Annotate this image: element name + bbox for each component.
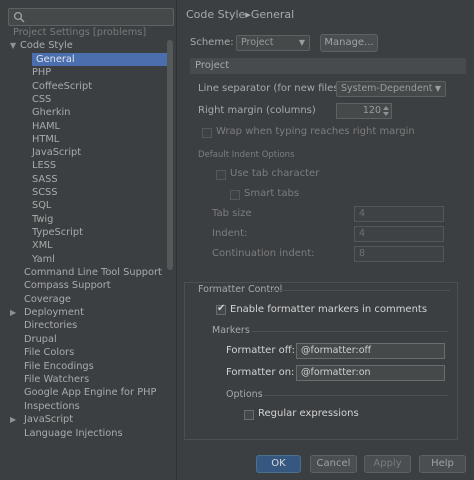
scheme-select[interactable]: Project ▼ (236, 35, 310, 51)
tree-item-code-style-child[interactable]: Yaml (32, 253, 55, 266)
tree-item-code-style-child[interactable]: General (32, 53, 167, 66)
tree-item-code-style-child[interactable]: PHP (32, 66, 51, 79)
tree-item-code-style-child[interactable]: SCSS (32, 186, 58, 199)
chevron-down-icon: ▼ (298, 38, 305, 47)
tab-size-label: Tab size (212, 208, 252, 219)
line-separator-value: System-Dependent (341, 83, 433, 94)
tree-item[interactable]: Directories (24, 319, 77, 332)
tree-item[interactable]: ▶ Deployment (10, 306, 84, 319)
scheme-label: Scheme: (190, 37, 234, 48)
spinner-arrows-icon[interactable] (382, 104, 390, 118)
cancel-button[interactable]: Cancel (310, 455, 357, 473)
tree-item[interactable]: Google App Engine for PHP (24, 386, 156, 399)
tree-item[interactable]: Inspections (24, 400, 80, 413)
line-separator-label: Line separator (for new files): (198, 83, 346, 94)
tab-char-checkbox[interactable] (216, 170, 226, 180)
tree-item[interactable]: ▶ JavaScript (10, 413, 73, 426)
regex-label: Regular expressions (258, 408, 359, 419)
scheme-value: Project (241, 37, 274, 48)
tree-item-code-style-child[interactable]: LESS (32, 159, 56, 172)
tree-item-code-style[interactable]: ▼ Code Style (10, 39, 73, 52)
tree-item-label: Deployment (24, 307, 84, 318)
tree-item-code-style-child[interactable]: Twig (32, 213, 53, 226)
markers-divider (252, 331, 448, 332)
tree-item-code-style-child[interactable]: Gherkin (32, 106, 70, 119)
tree-item[interactable]: File Encodings (24, 360, 94, 373)
regex-checkbox[interactable] (244, 410, 254, 420)
breadcrumb-root: Code Style (186, 8, 246, 21)
wrap-label: Wrap when typing reaches right margin (216, 126, 415, 137)
tree-item[interactable]: Drupal (24, 333, 57, 346)
tree-item-code-style-child[interactable]: HTML (32, 133, 59, 146)
tree-item-code-style-child[interactable]: HAML (32, 120, 60, 133)
chevron-down-icon: ▼ (434, 84, 441, 93)
chevron-right-icon[interactable]: ▶ (10, 306, 20, 319)
formatter-on-label: Formatter on: (226, 367, 295, 378)
tree-item-code-style-child[interactable]: CSS (32, 93, 51, 106)
indent-options-title: Default Indent Options (198, 150, 295, 160)
tree-item[interactable]: Language Injections (24, 427, 123, 440)
formatter-divider (270, 290, 450, 291)
smart-tabs-label: Smart tabs (244, 188, 300, 199)
chevron-down-icon[interactable]: ▼ (10, 39, 20, 52)
enable-markers-label: Enable formatter markers in comments (230, 304, 428, 315)
wrap-checkbox[interactable] (202, 128, 212, 138)
tree-item[interactable]: Command Line Tool Support (24, 266, 162, 279)
apply-button[interactable]: Apply (364, 455, 411, 473)
tree-item-code-style-child[interactable]: XML (32, 239, 53, 252)
tree-item-label: JavaScript (24, 414, 74, 426)
tree-item[interactable]: File Watchers (24, 373, 89, 386)
indent-label: Indent: (212, 228, 248, 239)
formatter-off-input[interactable]: @formatter:off (296, 343, 445, 359)
right-margin-label: Right margin (columns) (198, 105, 316, 116)
tree-item[interactable]: Compass Support (24, 279, 111, 292)
continuation-indent-input[interactable]: 8 (354, 246, 444, 262)
tree-header: Project Settings [problems] (13, 27, 147, 38)
sidebar-scrollbar[interactable] (167, 40, 173, 270)
options-title: Options (226, 389, 263, 400)
tree-item-code-style-child[interactable]: CoffeeScript (32, 80, 92, 93)
tree-item-code-style-child[interactable]: SQL (32, 199, 51, 212)
search-input[interactable] (8, 8, 174, 26)
tree-item-code-style-child[interactable]: JavaScript (32, 146, 81, 159)
tree-item[interactable]: File Colors (24, 346, 74, 359)
tab-char-label: Use tab character (230, 168, 320, 179)
tree-item[interactable]: Coverage (24, 293, 71, 306)
manage-button[interactable]: Manage... (320, 34, 378, 52)
formatter-off-label: Formatter off: (226, 345, 295, 356)
formatter-on-input[interactable]: @formatter:on (296, 365, 445, 381)
breadcrumb: Code Style▸General (177, 6, 474, 24)
tree-item-label: Code Style (20, 40, 73, 51)
breadcrumb-leaf: General (250, 8, 295, 21)
search-icon (13, 11, 25, 23)
indent-input[interactable]: 4 (354, 226, 444, 242)
ok-button[interactable]: OK (256, 455, 301, 473)
continuation-indent-label: Continuation indent: (212, 248, 315, 259)
line-separator-select[interactable]: System-Dependent ▼ (336, 81, 446, 97)
smart-tabs-checkbox[interactable] (230, 190, 240, 200)
chevron-right-icon[interactable]: ▶ (10, 413, 20, 426)
markers-title: Markers (212, 325, 250, 336)
help-button[interactable]: Help (419, 455, 466, 473)
options-divider (264, 395, 448, 396)
tree-item-code-style-child[interactable]: TypeScript (32, 226, 83, 239)
project-section-header: Project (190, 58, 466, 74)
tab-size-input[interactable]: 4 (354, 206, 444, 222)
enable-markers-checkbox[interactable] (216, 303, 226, 315)
tree-item-code-style-child[interactable]: SASS (32, 173, 58, 186)
